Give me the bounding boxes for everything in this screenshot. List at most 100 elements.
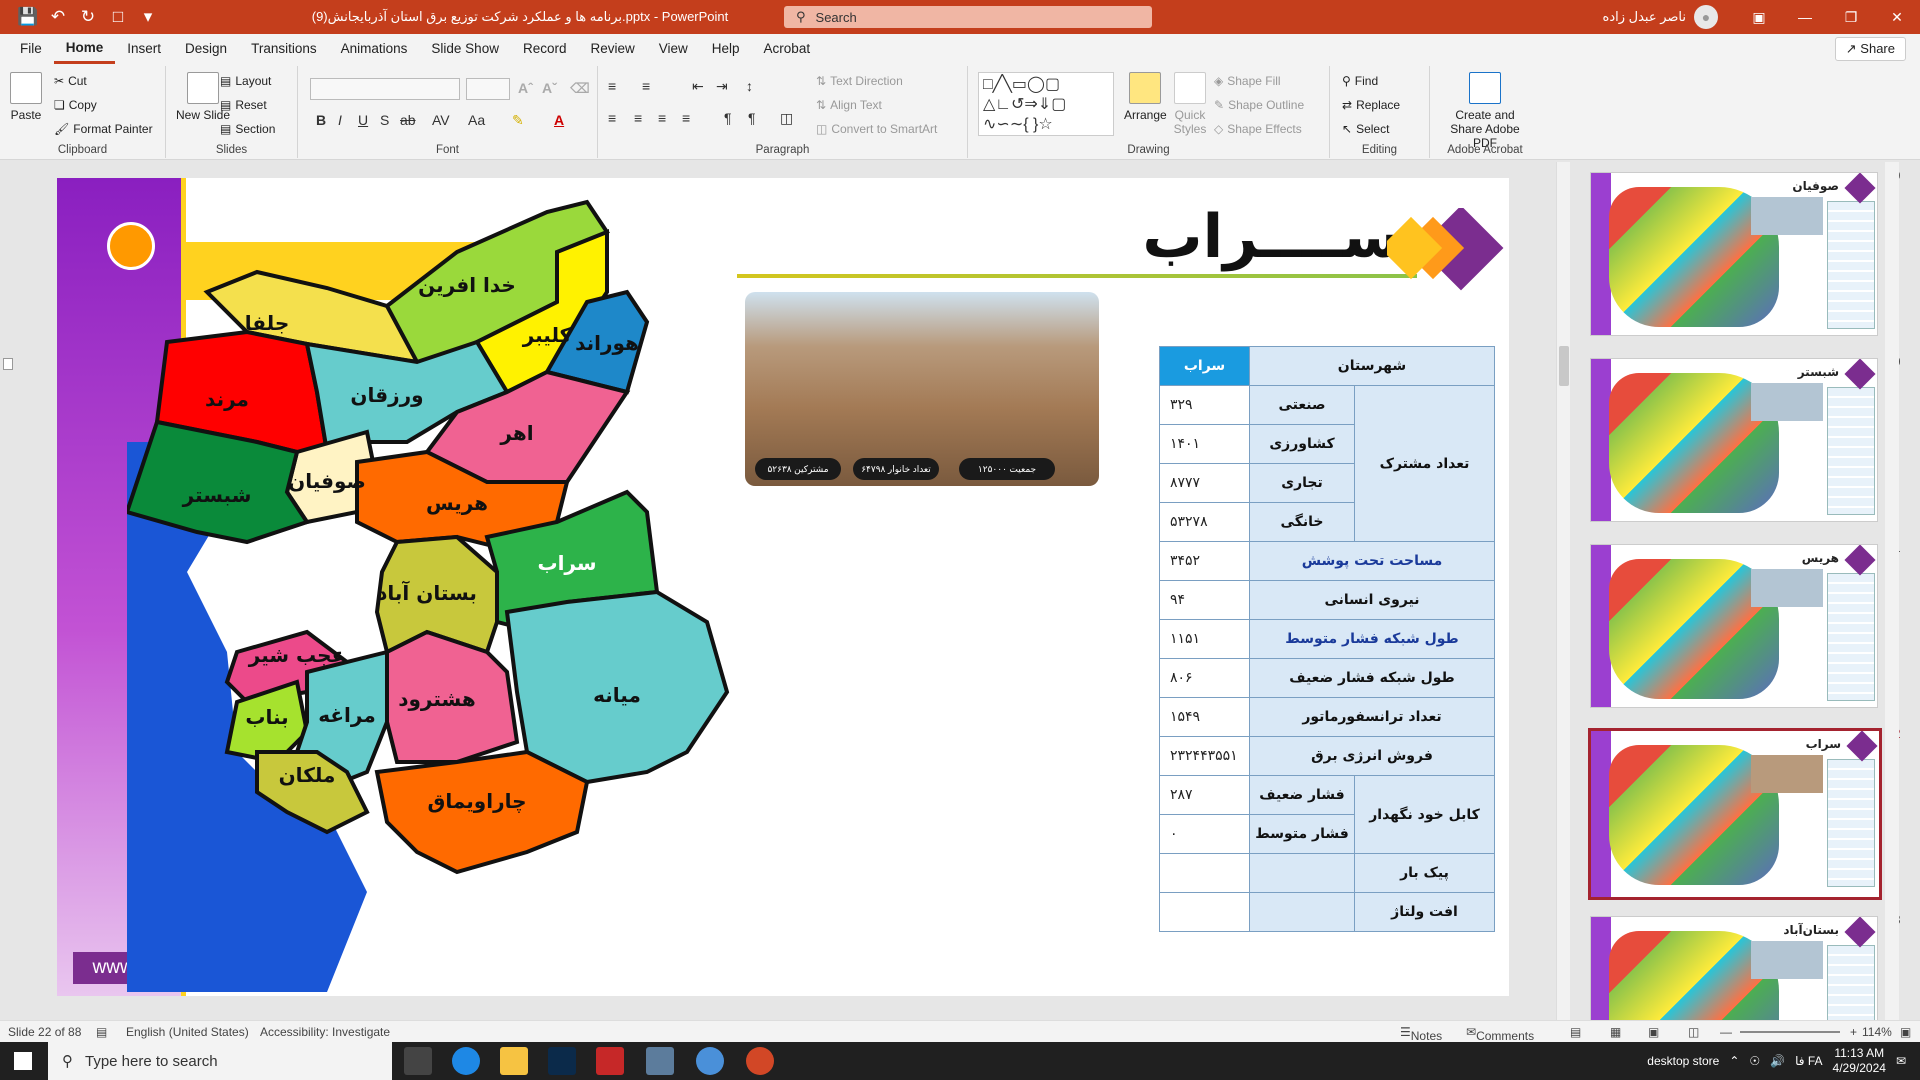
comments-button[interactable]: ✉ Comments [1466,1025,1534,1043]
italic-icon[interactable]: I [338,112,342,128]
shape-fill-button[interactable]: ◈ Shape Fill [1214,74,1281,88]
grow-font-icon[interactable]: Aˆ [518,80,533,96]
create-share-pdf-button[interactable]: Create and Share Adobe PDF [1438,72,1532,150]
user-name[interactable]: ناصر عبدل زاده [1603,9,1686,25]
tab-acrobat[interactable]: Acrobat [752,34,823,64]
customize-qat-icon[interactable]: ▾ [134,3,162,31]
accessibility-status[interactable]: Accessibility: Investigate [260,1025,390,1039]
tab-design[interactable]: Design [173,34,239,64]
shape-effects-button[interactable]: ◇ Shape Effects [1214,122,1302,136]
format-painter-button[interactable]: 🖌 Format Painter [54,122,153,136]
reset-button[interactable]: ▤ Reset [220,98,267,112]
notes-button[interactable]: ☰ Notes [1400,1025,1442,1043]
highlight-icon[interactable]: ✎ [512,112,524,129]
replace-button[interactable]: ⇄ Replace [1342,98,1400,112]
edge-icon[interactable] [452,1047,480,1075]
slide-scroll-thumb[interactable] [1559,346,1569,386]
line-spacing-icon[interactable]: ↕ [746,78,753,94]
chevron-up-icon[interactable]: ⌃ [1729,1054,1739,1068]
zoom-out-icon[interactable]: — [1720,1025,1732,1039]
align-left-icon[interactable]: ≡ [608,110,616,126]
align-text-button[interactable]: ⇅ Align Text [816,98,882,112]
slideshow-view-icon[interactable]: ◫ [1688,1025,1699,1039]
restore-button[interactable]: ❐ [1828,0,1874,34]
select-button[interactable]: ↖ Select [1342,122,1389,136]
language-indicator[interactable]: فا FA [1795,1054,1822,1068]
font-name-combo[interactable] [310,78,460,100]
underline-icon[interactable]: U [358,112,368,128]
font-color-icon[interactable]: A [554,112,564,128]
tab-record[interactable]: Record [511,34,579,64]
columns-icon[interactable]: ◫ [780,110,793,127]
strikethrough-icon[interactable]: ab [400,112,416,128]
volume-icon[interactable]: 🔊 [1770,1054,1785,1068]
slide-canvas[interactable]: www.eaedc.ir جلفاخدا افرینکلیبرهوراندمرن… [57,178,1509,996]
clock[interactable]: 11:13 AM 4/29/2024 [1833,1046,1886,1076]
spellcheck-icon[interactable]: ▤ [96,1025,107,1039]
slide-scrollbar[interactable] [1556,162,1570,1020]
rail-marker[interactable] [3,358,13,370]
bullets-icon[interactable]: ≡ [608,78,616,94]
slide-thumbnail[interactable]: صوفیان [1590,172,1878,336]
slide-thumbnail[interactable]: بستان‌آباد [1590,916,1878,1020]
fit-slide-icon[interactable]: ▣ [1900,1025,1911,1039]
tab-help[interactable]: Help [700,34,752,64]
save-icon[interactable]: 💾 [14,3,42,31]
tab-review[interactable]: Review [578,34,646,64]
notification-icon[interactable]: ✉ [1896,1054,1906,1068]
desktop-store-label[interactable]: desktop store [1647,1054,1719,1068]
rtl-icon[interactable]: ¶ [748,110,756,126]
search-box[interactable]: ⚲ Search [784,6,1152,28]
slide-thumbnail[interactable]: شبستر [1590,358,1878,522]
photos-icon[interactable] [646,1047,674,1075]
tab-transitions[interactable]: Transitions [239,34,329,64]
tab-view[interactable]: View [647,34,700,64]
quick-styles-button[interactable]: Quick Styles [1170,72,1210,136]
numbering-icon[interactable]: ≡ [642,78,650,94]
normal-view-icon[interactable]: ▤ [1570,1025,1581,1039]
shadow-icon[interactable]: S [380,112,389,128]
thumbnail-scrollbar[interactable] [1885,162,1899,1020]
windows-start-icon[interactable] [14,1052,32,1070]
copy-button[interactable]: ❏ Copy [54,98,97,112]
justify-icon[interactable]: ≡ [682,110,690,126]
align-right-icon[interactable]: ≡ [658,110,666,126]
zoom-in-icon[interactable]: + [1850,1025,1857,1039]
tab-insert[interactable]: Insert [115,34,173,64]
align-center-icon[interactable]: ≡ [634,110,642,126]
redo-icon[interactable]: ↻ [74,3,102,31]
avatar[interactable]: ● [1694,5,1718,29]
layout-button[interactable]: ▤ Layout [220,74,271,88]
reading-view-icon[interactable]: ▣ [1648,1025,1659,1039]
paste-button[interactable]: Paste [10,72,42,122]
share-button[interactable]: ↗ Share [1834,37,1906,61]
convert-smartart-button[interactable]: ◫ Convert to SmartArt [816,122,937,136]
shape-outline-button[interactable]: ✎ Shape Outline [1214,98,1304,112]
powerpoint-taskbar-icon[interactable] [746,1047,774,1075]
network-icon[interactable]: ☉ [1749,1054,1760,1068]
zoom-slider[interactable] [1740,1031,1840,1033]
task-view-icon[interactable] [404,1047,432,1075]
shapes-gallery[interactable]: □╱╲▭◯▢ △∟↺⇒⇓▢ ∿∽∼{ }☆ [978,72,1114,136]
shrink-font-icon[interactable]: Aˇ [542,80,557,96]
bold-icon[interactable]: B [316,112,326,128]
taskbar-search[interactable]: ⚲ Type here to search [48,1042,392,1080]
acrobat-icon[interactable] [596,1047,624,1075]
photoshop-icon[interactable] [548,1047,576,1075]
section-button[interactable]: ▤ Section [220,122,275,136]
tab-home[interactable]: Home [53,34,116,64]
font-size-combo[interactable] [466,78,510,100]
text-direction-button[interactable]: ⇅ Text Direction [816,74,903,88]
minimize-button[interactable]: — [1782,0,1828,34]
close-button[interactable]: ✕ [1874,0,1920,34]
file-explorer-icon[interactable] [500,1047,528,1075]
tab-animations[interactable]: Animations [329,34,420,64]
sorter-view-icon[interactable]: ▦ [1610,1025,1621,1039]
increase-indent-icon[interactable]: ⇥ [716,78,728,95]
ribbon-display-icon[interactable]: ▣ [1736,0,1782,34]
present-icon[interactable]: □ [104,3,132,31]
cut-button[interactable]: ✂ Cut [54,74,87,88]
language-status[interactable]: English (United States) [126,1025,249,1039]
clear-format-icon[interactable]: ⌫ [570,80,590,97]
tab-slide-show[interactable]: Slide Show [419,34,511,64]
